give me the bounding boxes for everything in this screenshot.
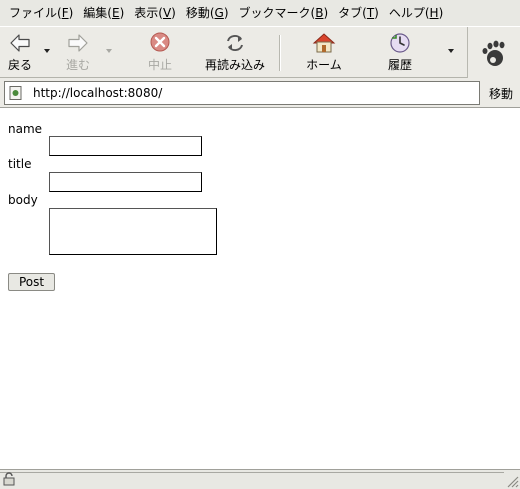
name-label: name [8,122,43,136]
status-bar [0,469,520,489]
body-textarea[interactable] [49,208,217,255]
forward-history-dropdown[interactable] [105,47,113,55]
menu-go[interactable]: 移動(G) [181,0,234,26]
back-arrow-icon [10,34,30,52]
menu-help[interactable]: ヘルプ(H) [384,0,448,26]
reload-button[interactable]: 再読み込み [202,31,268,75]
chevron-down-icon [448,49,454,53]
menu-bar: ファイル(F) 編集(E) 表示(V) 移動(G) ブックマーク(B) タブ(T… [0,0,520,26]
stop-icon [150,32,170,52]
forward-arrow-icon [68,34,88,52]
title-label: title [8,157,32,171]
page-content: name title body Post [0,109,520,469]
chevron-down-icon [44,49,50,53]
body-label: body [8,193,38,207]
toolbar-overflow-dropdown[interactable] [447,47,455,55]
resize-grip-icon[interactable] [505,474,519,488]
menu-file[interactable]: ファイル(F) [4,0,78,26]
home-button[interactable]: ホーム [304,31,344,75]
forward-button[interactable]: 進む [64,31,92,75]
security-lock-icon[interactable] [2,472,18,486]
chevron-down-icon [106,49,112,53]
history-button[interactable]: 履歴 [386,31,414,75]
menu-view[interactable]: 表示(V) [129,0,181,26]
history-clock-icon [390,33,410,53]
go-button[interactable]: 移動 [484,81,518,105]
home-icon [312,33,336,53]
back-button[interactable]: 戻る [6,31,34,75]
navigation-toolbar: 戻る 進む 中止 再読み込み ホーム 履歴 [0,26,520,78]
location-bar: 移動 [0,78,520,108]
gnome-foot-icon [482,40,505,66]
name-input[interactable] [49,136,202,156]
menu-edit[interactable]: 編集(E) [78,0,129,26]
stop-button[interactable]: 中止 [146,31,174,75]
reload-icon [227,35,243,51]
post-button[interactable]: Post [8,273,55,291]
url-field[interactable] [4,81,480,105]
back-history-dropdown[interactable] [43,47,51,55]
page-favicon-icon [9,86,22,100]
url-input[interactable] [33,83,473,103]
menu-tabs[interactable]: タブ(T) [333,0,384,26]
throbber[interactable] [467,27,520,78]
title-input[interactable] [49,172,202,192]
menu-bookmarks[interactable]: ブックマーク(B) [234,0,334,26]
status-text [0,472,504,488]
toolbar-separator [279,35,281,71]
